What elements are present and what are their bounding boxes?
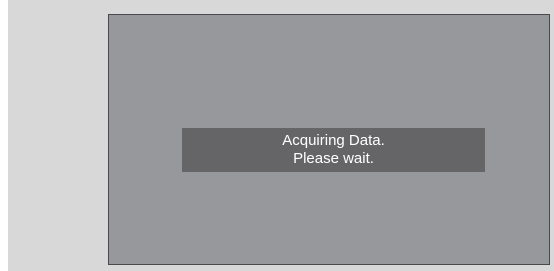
monitor-screen: Acquiring Data. Please wait.: [108, 14, 550, 265]
status-message-line-2: Please wait.: [293, 150, 374, 167]
status-message-line-1: Acquiring Data.: [282, 132, 385, 149]
status-message-box: Acquiring Data. Please wait.: [182, 128, 485, 172]
